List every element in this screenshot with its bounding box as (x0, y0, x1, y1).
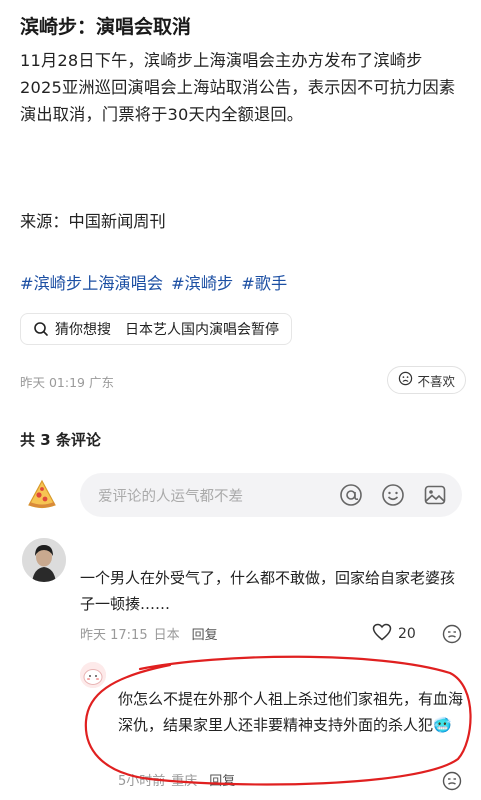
pizza-icon (25, 477, 59, 511)
post-source: 来源：中国新闻周刊 (20, 212, 166, 231)
emoji-icon[interactable] (380, 482, 406, 508)
comment-location: 重庆 (171, 774, 198, 789)
post-time: 昨天 01:19 (20, 375, 85, 390)
reaction-icon[interactable] (442, 771, 462, 791)
reply-button[interactable]: 回复 (192, 624, 218, 643)
reply-button[interactable]: 回复 (209, 770, 235, 789)
heart-icon (372, 623, 392, 645)
dislike-button[interactable]: 不喜欢 (387, 366, 466, 394)
comment-text: 一个男人在外受气了，什么都不敢做，回家给自家老婆孩子一顿揍…… (80, 569, 456, 613)
comment-text: 你怎么不提在外那个人祖上杀过他们家祖先，有血海深仇，结果家里人还非要精神支持外面… (118, 690, 464, 734)
search-icon (33, 321, 49, 337)
comment-input-placeholder: 爱评论的人运气都不差 (98, 488, 243, 505)
tag-link[interactable]: #歌手 (241, 270, 287, 294)
comment-time: 昨天 17:15 (80, 628, 148, 643)
image-icon[interactable] (422, 482, 448, 508)
avatar[interactable] (80, 662, 106, 688)
tag-link[interactable]: #滨崎步 (171, 270, 233, 294)
at-icon[interactable] (338, 482, 364, 508)
comment-location: 日本 (153, 628, 180, 643)
post-title: 滨崎步：演唱会取消 (20, 16, 192, 38)
comments-count-header: 共 3 条评论 (20, 431, 101, 449)
reaction-icon[interactable] (442, 624, 462, 644)
post-body: 11月28日下午，滨崎步上海演唱会主办方发布了滨崎步2025亚洲巡回演唱会上海站… (20, 51, 456, 124)
avatar[interactable] (22, 538, 66, 582)
like-count: 20 (398, 626, 416, 642)
comment-meta: 昨天 17:15 日本 回复 (80, 624, 218, 643)
search-suggestion-chip[interactable]: 猜你想搜 日本艺人国内演唱会暂停 (20, 313, 292, 345)
comment-input[interactable]: 爱评论的人运气都不差 (80, 473, 462, 517)
tag-link[interactable]: #滨崎步上海演唱会 (20, 270, 163, 294)
frown-icon (398, 371, 413, 389)
like-button[interactable]: 20 (372, 623, 416, 645)
dislike-label: 不喜欢 (417, 373, 455, 389)
tag-list: #滨崎步上海演唱会 #滨崎步 #歌手 (20, 270, 287, 294)
post-meta: 昨天 01:19 广东 (20, 372, 114, 391)
post-location: 广东 (88, 375, 114, 390)
search-suggestion-label: 猜你想搜 (55, 322, 111, 338)
comment-time: 5小时前 (118, 774, 166, 789)
comment-meta: 5小时前 重庆 回复 (118, 770, 235, 789)
search-suggestion-query: 日本艺人国内演唱会暂停 (125, 322, 279, 338)
